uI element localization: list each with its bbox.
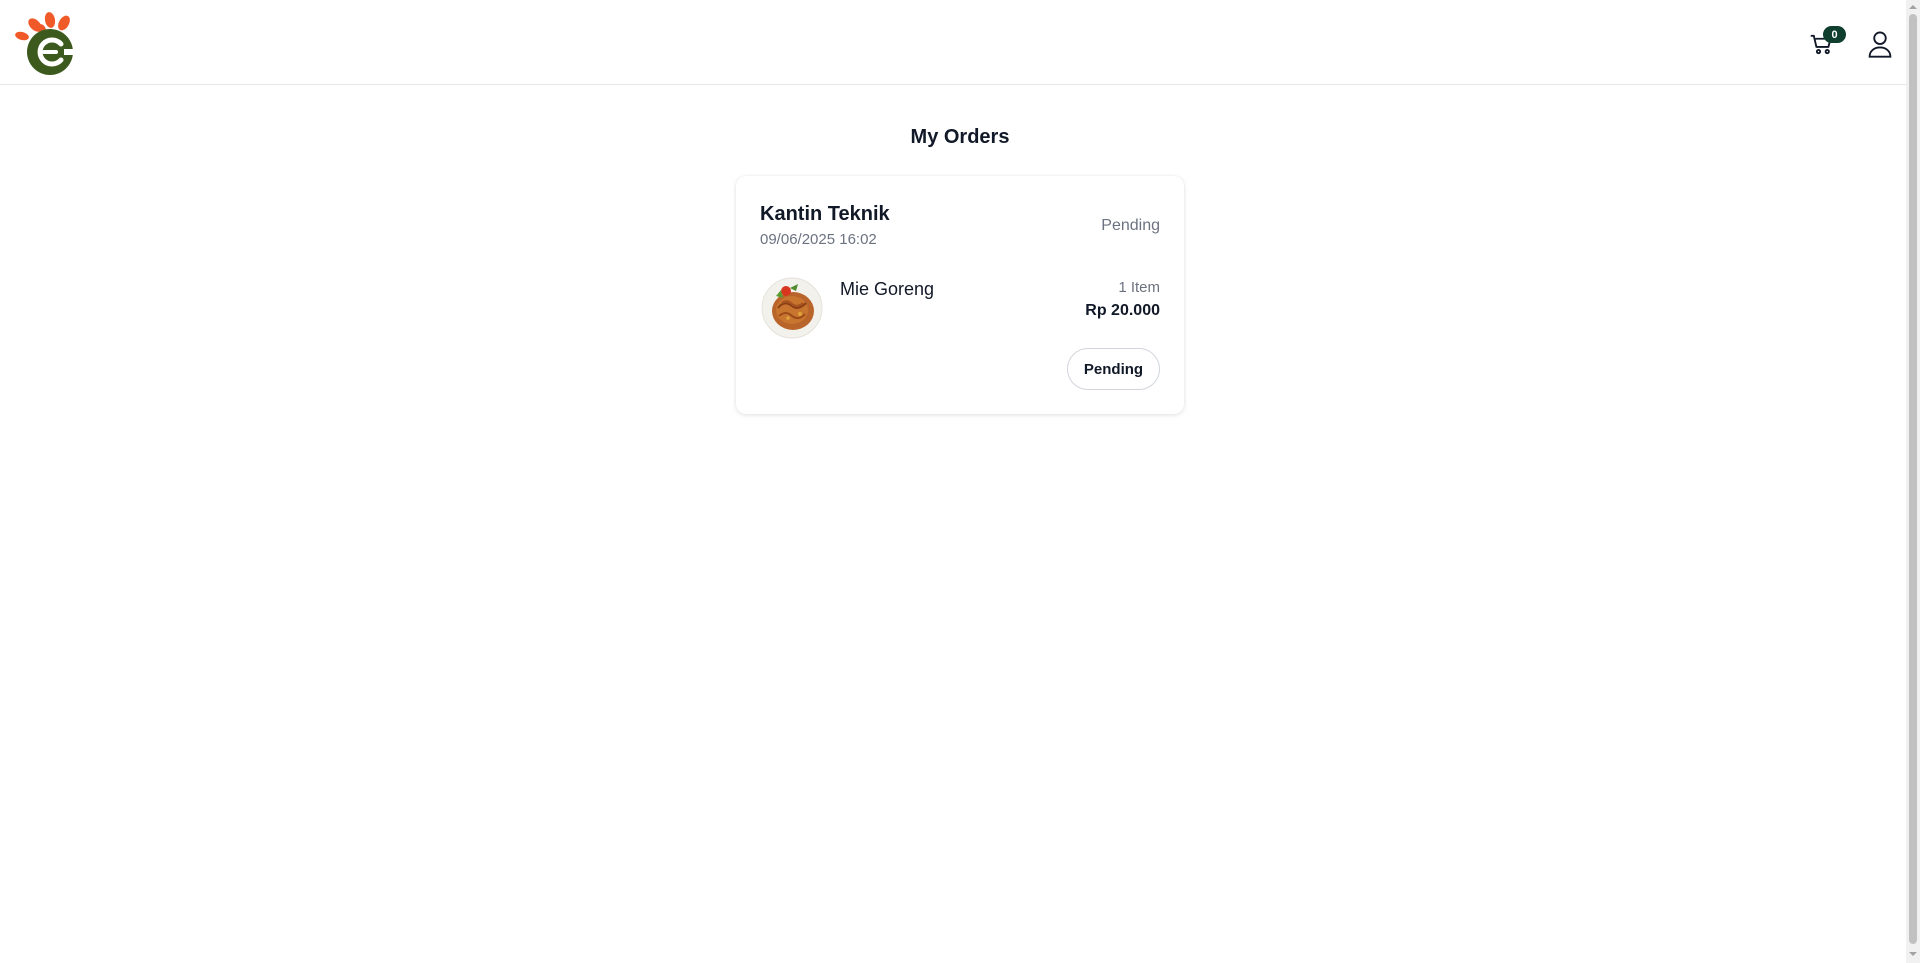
- order-card[interactable]: Kantin Teknik 09/06/2025 16:02 Pending M…: [736, 176, 1184, 414]
- order-status-button[interactable]: Pending: [1067, 348, 1160, 390]
- order-status-label: Pending: [1101, 217, 1160, 234]
- food-image-mie-goreng: [760, 276, 824, 340]
- order-item-price: Rp 20.000: [1085, 302, 1160, 319]
- scrollbar-thumb[interactable]: [1909, 14, 1917, 944]
- brand-logo[interactable]: [14, 10, 84, 76]
- order-datetime: 09/06/2025 16:02: [760, 231, 877, 248]
- scroll-up-arrow-icon[interactable]: [1906, 2, 1920, 12]
- cart-count-badge: 0: [1823, 26, 1846, 43]
- page-title: My Orders: [910, 126, 1010, 148]
- vertical-scrollbar[interactable]: [1906, 0, 1920, 963]
- top-navbar: 0: [0, 0, 1906, 85]
- canteen-name: Kantin Teknik: [760, 203, 890, 225]
- order-item-name: Mie Goreng: [840, 279, 935, 299]
- user-icon[interactable]: [1866, 29, 1894, 59]
- scroll-down-arrow-icon[interactable]: [1906, 949, 1920, 959]
- order-item-quantity: 1 Item: [1118, 279, 1160, 296]
